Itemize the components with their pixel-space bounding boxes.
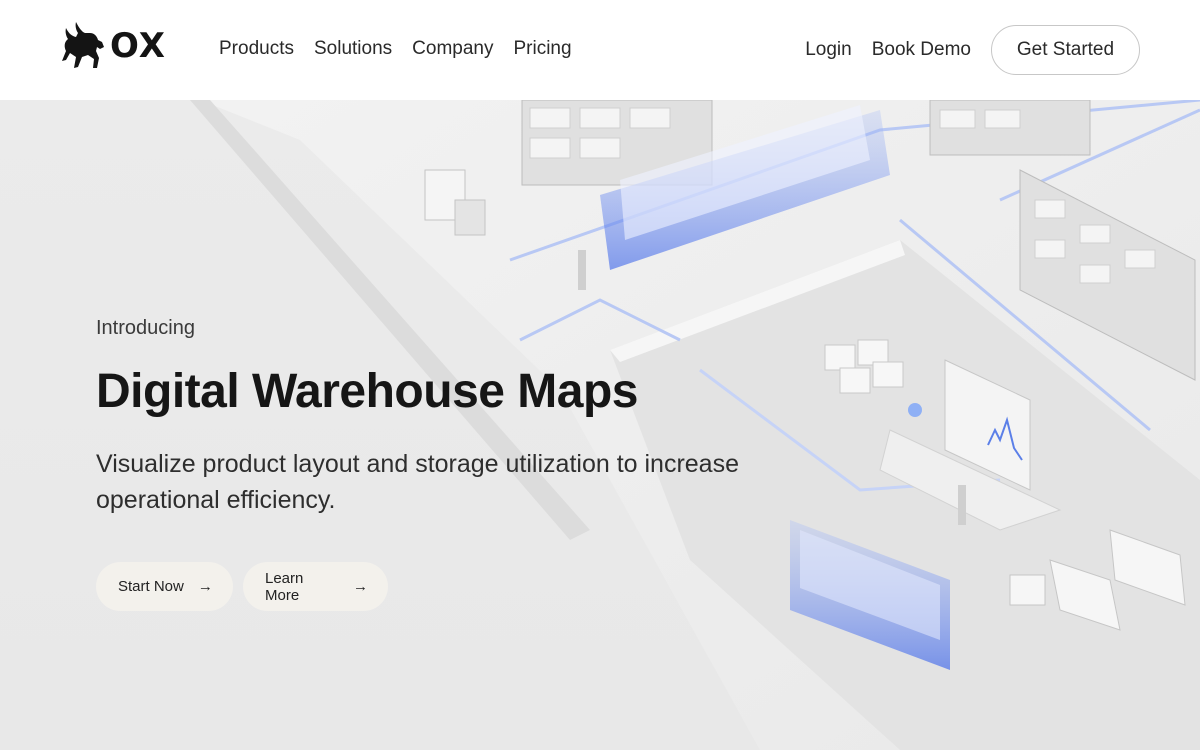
start-now-label: Start Now [118, 578, 184, 595]
nav-pricing[interactable]: Pricing [513, 38, 571, 60]
hero-eyebrow: Introducing [96, 317, 195, 339]
hero-section: Introducing Digital Warehouse Maps Visua… [0, 100, 1200, 750]
nav-solutions[interactable]: Solutions [314, 38, 392, 60]
get-started-button[interactable]: Get Started [991, 25, 1140, 75]
bull-icon [62, 22, 104, 68]
account-nav: Login Book Demo Get Started [805, 25, 1140, 75]
learn-more-button[interactable]: Learn More → [243, 562, 388, 611]
warehouse-illustration [190, 100, 1200, 750]
learn-more-label: Learn More [265, 569, 304, 604]
main-nav: Products Solutions Company Pricing [219, 38, 572, 60]
book-demo-link[interactable]: Book Demo [872, 39, 971, 61]
start-now-button[interactable]: Start Now → [96, 562, 233, 611]
hero-title: Digital Warehouse Maps [96, 365, 638, 418]
brand-name: OX [110, 26, 166, 66]
arrow-right-icon: → [353, 578, 368, 595]
site-header: OX Products Solutions Company Pricing Lo… [0, 0, 1200, 100]
brand-logo[interactable]: OX [60, 20, 166, 72]
hero-subtitle: Visualize product layout and storage uti… [96, 450, 739, 514]
login-link[interactable]: Login [805, 39, 852, 61]
arrow-right-icon: → [197, 578, 213, 595]
nav-company[interactable]: Company [412, 38, 493, 60]
nav-products[interactable]: Products [219, 38, 294, 60]
